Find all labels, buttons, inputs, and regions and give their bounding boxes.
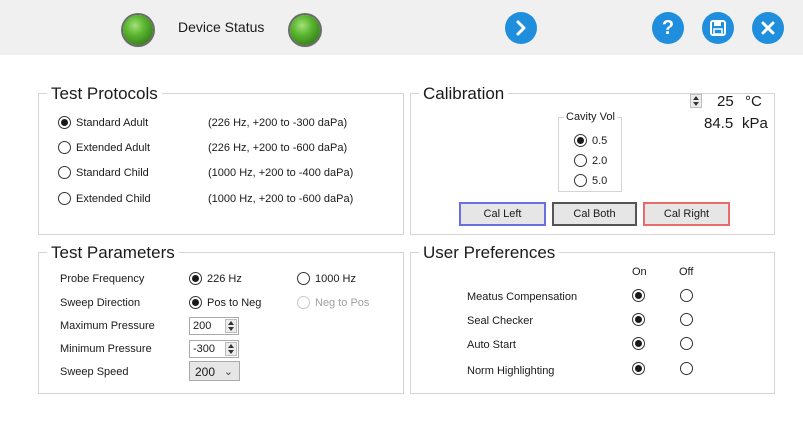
cal-left-button[interactable]: Cal Left [459, 202, 546, 226]
norm-highlighting-on-radio[interactable] [632, 362, 645, 375]
cavity-0-5-radio[interactable] [574, 134, 587, 147]
probe-1000hz-label: 1000 Hz [315, 273, 356, 285]
probe-226hz-label: 226 Hz [207, 273, 242, 285]
norm-highlighting-label: Norm Highlighting [467, 365, 555, 377]
seal-checker-off-radio[interactable] [680, 313, 693, 326]
close-icon [761, 21, 775, 35]
status-indicator-left [123, 15, 153, 45]
protocol-standard-child-radio[interactable] [58, 166, 71, 179]
meatus-compensation-label: Meatus Compensation [467, 291, 578, 303]
close-button[interactable] [752, 12, 784, 44]
cavity-5-0-radio[interactable] [574, 174, 587, 187]
protocol-extended-child-label: Extended Child [76, 193, 151, 205]
preferences-on-header: On [632, 266, 647, 278]
auto-start-on-radio[interactable] [632, 337, 645, 350]
status-indicator-right [290, 15, 320, 45]
minimum-pressure-label: Minimum Pressure [60, 343, 152, 355]
auto-start-label: Auto Start [467, 339, 516, 351]
pressure-unit: kPa [742, 115, 768, 132]
meatus-compensation-off-radio[interactable] [680, 289, 693, 302]
auto-start-off-radio[interactable] [680, 337, 693, 350]
updown-arrows-icon[interactable] [225, 319, 237, 333]
cavity-2-0-radio[interactable] [574, 154, 587, 167]
sweep-neg-to-pos-radio[interactable] [297, 296, 310, 309]
sweep-speed-select[interactable]: 200 ⌄ [189, 361, 240, 381]
calibration-legend: Calibration [419, 84, 509, 104]
test-parameters-legend: Test Parameters [47, 243, 179, 263]
sweep-speed-label: Sweep Speed [60, 366, 129, 378]
sweep-direction-label: Sweep Direction [60, 297, 141, 309]
meatus-compensation-on-radio[interactable] [632, 289, 645, 302]
norm-highlighting-off-radio[interactable] [680, 362, 693, 375]
protocol-extended-adult-radio[interactable] [58, 141, 71, 154]
temperature-unit: °C [745, 93, 762, 110]
help-button[interactable]: ? [652, 12, 684, 44]
maximum-pressure-value: 200 [193, 320, 212, 332]
protocol-extended-child-desc: (1000 Hz, +200 to -600 daPa) [208, 193, 354, 205]
pressure-value: 84.5 [704, 115, 734, 132]
probe-1000hz-radio[interactable] [297, 272, 310, 285]
maximum-pressure-label: Maximum Pressure [60, 320, 155, 332]
protocol-standard-adult-desc: (226 Hz, +200 to -300 daPa) [208, 117, 348, 129]
user-preferences-legend: User Preferences [419, 243, 560, 263]
minimum-pressure-value: -300 [193, 343, 216, 355]
chevron-down-icon: ⌄ [223, 366, 233, 378]
save-button[interactable] [702, 12, 734, 44]
question-icon: ? [661, 17, 675, 39]
protocol-extended-adult-label: Extended Adult [76, 142, 151, 154]
chevron-right-icon [516, 20, 526, 36]
device-status-title: Device Status [178, 19, 265, 35]
status-bar: Device Status ? [0, 0, 803, 55]
cavity-2-0-label: 2.0 [592, 155, 608, 167]
probe-frequency-label: Probe Frequency [60, 273, 145, 285]
cavity-volume-group: Cavity Vol [558, 111, 622, 192]
seal-checker-on-radio[interactable] [632, 313, 645, 326]
test-protocols-legend: Test Protocols [47, 84, 162, 104]
protocol-standard-child-desc: (1000 Hz, +200 to -400 daPa) [208, 167, 354, 179]
protocol-standard-child-label: Standard Child [76, 167, 149, 179]
maximum-pressure-stepper[interactable]: 200 [189, 317, 239, 335]
cavity-volume-legend: Cavity Vol [564, 111, 617, 123]
minimum-pressure-stepper[interactable]: -300 [189, 340, 239, 358]
sweep-neg-to-pos-label: Neg to Pos [315, 297, 370, 309]
cal-right-button[interactable]: Cal Right [643, 202, 730, 226]
protocol-extended-adult-desc: (226 Hz, +200 to -600 daPa) [208, 142, 348, 154]
cal-both-button[interactable]: Cal Both [552, 202, 637, 226]
user-preferences-group: User Preferences [410, 243, 775, 394]
cavity-0-5-label: 0.5 [592, 135, 608, 147]
temperature-value: 25 [717, 93, 734, 110]
floppy-disk-icon [710, 20, 726, 36]
protocol-standard-adult-label: Standard Adult [76, 117, 149, 129]
sweep-pos-to-neg-label: Pos to Neg [207, 297, 262, 309]
next-button[interactable] [505, 12, 537, 44]
updown-arrows-icon[interactable] [225, 342, 237, 356]
sweep-pos-to-neg-radio[interactable] [189, 296, 202, 309]
test-protocols-group: Test Protocols [38, 84, 404, 235]
sweep-speed-value: 200 [195, 365, 216, 379]
protocol-extended-child-radio[interactable] [58, 192, 71, 205]
probe-226hz-radio[interactable] [189, 272, 202, 285]
cavity-5-0-label: 5.0 [592, 175, 608, 187]
temperature-spinner[interactable] [690, 94, 702, 108]
seal-checker-label: Seal Checker [467, 315, 534, 327]
protocol-standard-adult-radio[interactable] [58, 116, 71, 129]
preferences-off-header: Off [679, 266, 694, 278]
